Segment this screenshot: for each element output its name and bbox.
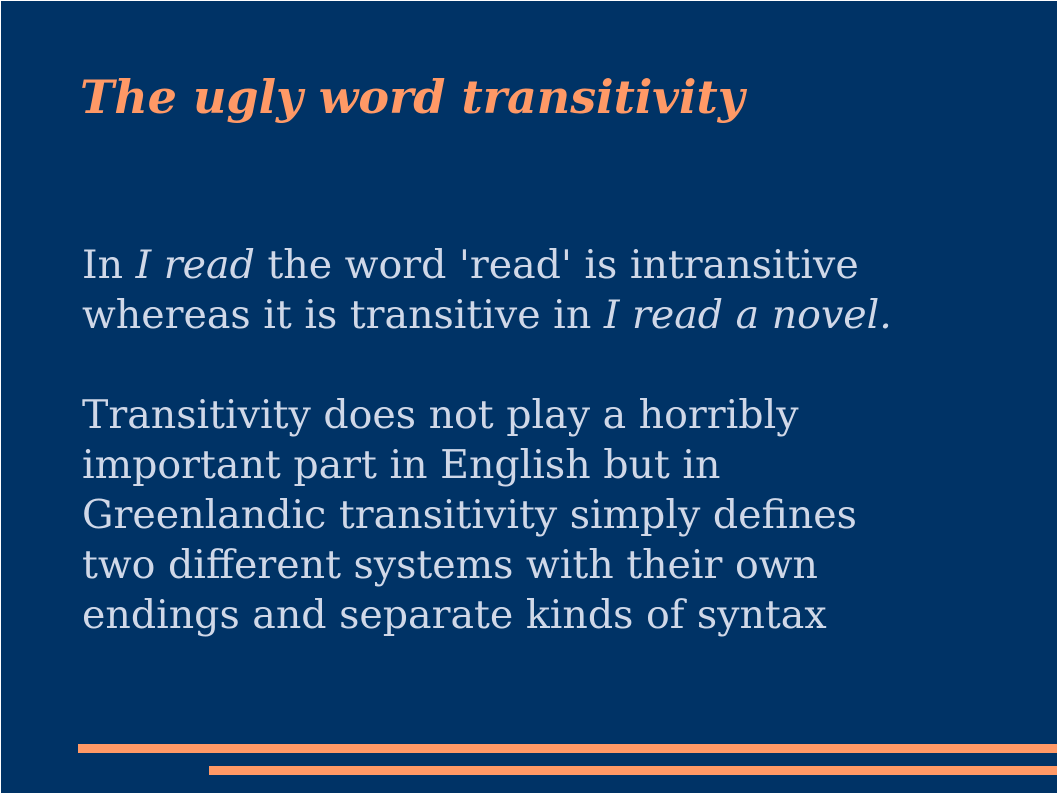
example-phrase: I read a novel. [603, 292, 892, 338]
decorative-rule-upper [78, 744, 1057, 753]
example-phrase: I read [135, 242, 255, 288]
slide: The ugly word transitivity In I read the… [1, 1, 1057, 793]
paragraph-2-line: endings and separate kinds of syntax [82, 592, 827, 638]
slide-body: In I read the word 'read' is intransitiv… [82, 240, 1042, 640]
decorative-rule-lower [209, 766, 1057, 775]
slide-title: The ugly word transitivity [80, 70, 745, 124]
paragraph-2-line: Greenlandic transitivity simply defines [82, 492, 857, 538]
text-segment: the word 'read' is intransitive [254, 242, 859, 288]
paragraph-2-line: important part in English but in [82, 442, 721, 488]
paragraph-2-line: Transitivity does not play a horribly [82, 392, 799, 438]
paragraph-1-line-1: In I read the word 'read' is intransitiv… [82, 240, 1042, 290]
text-segment: In [82, 242, 136, 288]
text-segment: whereas it is transitive in [82, 292, 604, 338]
paragraph-2-line: two different systems with their own [82, 542, 818, 588]
paragraph-1-line-2: whereas it is transitive in I read a nov… [82, 290, 1042, 340]
